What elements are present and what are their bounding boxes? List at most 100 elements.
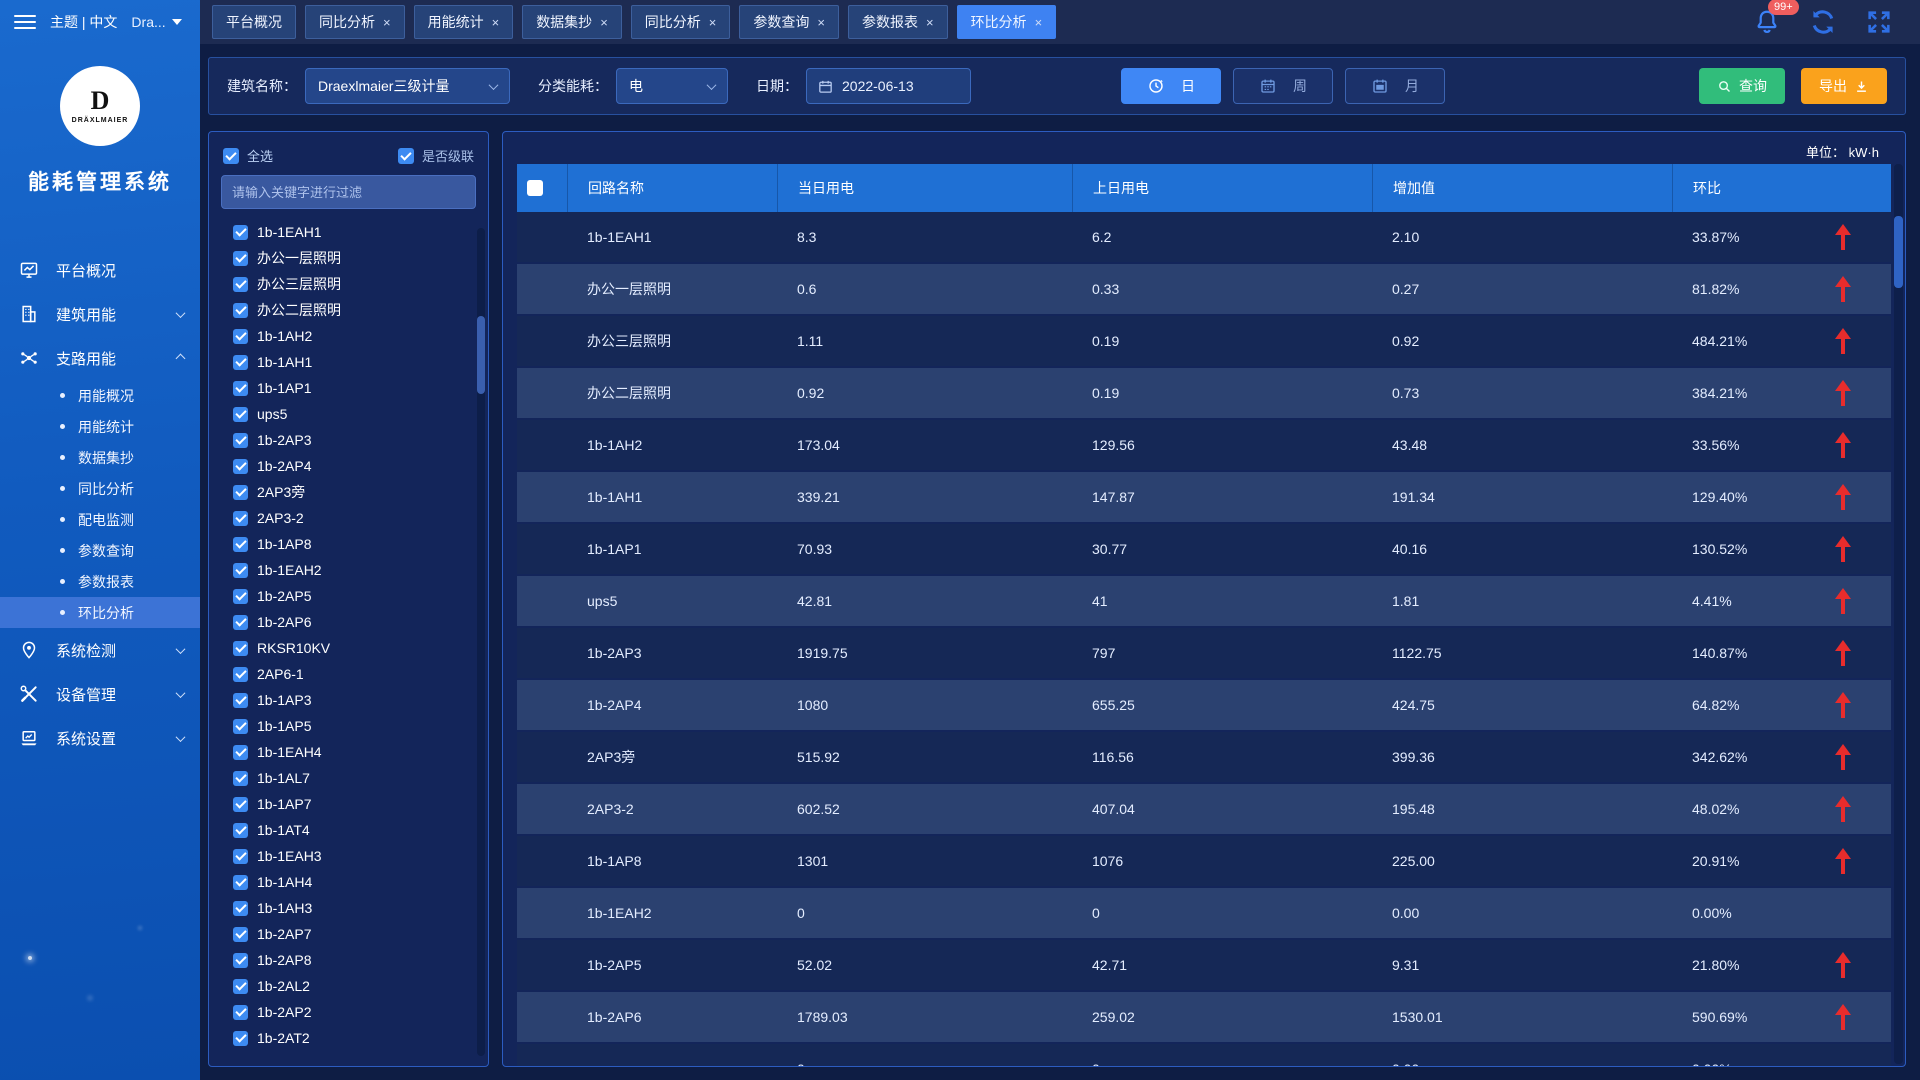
sidebar-subitem-data-collection[interactable]: 数据集抄 xyxy=(0,442,200,473)
notification-bell-icon[interactable]: 99+ xyxy=(1752,7,1782,37)
sidebar-subitem-yoy-analysis[interactable]: 同比分析 xyxy=(0,473,200,504)
tree-item[interactable]: 1b-1AP7 xyxy=(233,791,476,817)
building-select[interactable]: Draexlmaier三级计量 xyxy=(305,68,510,104)
tree-item[interactable]: 2AP3-2 xyxy=(233,505,476,531)
tree-scrollbar-thumb[interactable] xyxy=(477,316,485,394)
tree-item[interactable]: 1b-1AL7 xyxy=(233,765,476,791)
tree-item[interactable]: 1b-1AP1 xyxy=(233,375,476,401)
tree-item[interactable]: ups5 xyxy=(233,401,476,427)
cascade-checkbox[interactable]: 是否级联 xyxy=(398,146,474,165)
sidebar-subitem-energy-stats[interactable]: 用能统计 xyxy=(0,411,200,442)
checkbox-checked-icon[interactable] xyxy=(233,563,248,578)
export-button[interactable]: 导出 xyxy=(1801,68,1887,104)
tree-item[interactable]: 1b-1AP8 xyxy=(233,531,476,557)
tree-item[interactable]: 1b-2AP7 xyxy=(233,921,476,947)
close-tab-icon[interactable]: × xyxy=(383,16,391,29)
checkbox-checked-icon[interactable] xyxy=(233,355,248,370)
checkbox-checked-icon[interactable] xyxy=(233,537,248,552)
sidebar-item-system-settings[interactable]: 系统设置 xyxy=(0,716,200,760)
checkbox-checked-icon[interactable] xyxy=(233,797,248,812)
checkbox-checked-icon[interactable] xyxy=(233,381,248,396)
checkbox-checked-icon[interactable] xyxy=(233,251,248,266)
theme-language-label[interactable]: 主题 | 中文 xyxy=(50,12,117,32)
checkbox-checked-icon[interactable] xyxy=(233,303,248,318)
tree-item[interactable]: 2AP3旁 xyxy=(233,479,476,505)
tree-item[interactable]: 1b-2AP8 xyxy=(233,947,476,973)
checkbox-checked-icon[interactable] xyxy=(233,433,248,448)
tree-item[interactable]: 1b-1EAH1 xyxy=(233,219,476,245)
checkbox-checked-icon[interactable] xyxy=(233,277,248,292)
tree-item[interactable]: 1b-2AL2 xyxy=(233,973,476,999)
tree-item[interactable]: 1b-1AH1 xyxy=(233,349,476,375)
sidebar-item-system-monitor[interactable]: 系统检测 xyxy=(0,628,200,672)
query-button[interactable]: 查询 xyxy=(1699,68,1785,104)
checkbox-checked-icon[interactable] xyxy=(233,459,248,474)
tab-用能统计[interactable]: 用能统计× xyxy=(414,5,514,39)
tree-item[interactable]: 1b-1AT4 xyxy=(233,817,476,843)
tab-参数查询[interactable]: 参数查询× xyxy=(739,5,839,39)
tree-item[interactable]: 1b-2AP6 xyxy=(233,609,476,635)
date-picker[interactable]: 2022-06-13 xyxy=(806,68,971,104)
tree-item[interactable]: 1b-2AP5 xyxy=(233,583,476,609)
tree-item[interactable]: 1b-2AT2 xyxy=(233,1025,476,1051)
checkbox-checked-icon[interactable] xyxy=(233,979,248,994)
tree-item[interactable]: 1b-1EAH4 xyxy=(233,739,476,765)
checkbox-checked-icon[interactable] xyxy=(233,927,248,942)
checkbox-checked-icon[interactable] xyxy=(233,849,248,864)
tab-参数报表[interactable]: 参数报表× xyxy=(848,5,948,39)
granularity-button-月[interactable]: 月 xyxy=(1345,68,1445,104)
sidebar-subitem-mom-analysis[interactable]: 环比分析 xyxy=(0,597,200,628)
tree-item[interactable]: 1b-1AH4 xyxy=(233,869,476,895)
table-scrollbar-thumb[interactable] xyxy=(1894,216,1903,288)
tree-item[interactable]: 1b-1EAH3 xyxy=(233,843,476,869)
tree-item[interactable]: RKSR10KV xyxy=(233,635,476,661)
checkbox-checked-icon[interactable] xyxy=(233,771,248,786)
tree-item[interactable]: 办公三层照明 xyxy=(233,271,476,297)
sidebar-item-platform-overview[interactable]: 平台概况 xyxy=(0,248,200,292)
checkbox-checked-icon[interactable] xyxy=(233,329,248,344)
close-tab-icon[interactable]: × xyxy=(926,16,934,29)
checkbox-checked-icon[interactable] xyxy=(233,1005,248,1020)
checkbox-checked-icon[interactable] xyxy=(233,225,248,240)
checkbox-checked-icon[interactable] xyxy=(233,511,248,526)
fullscreen-icon[interactable] xyxy=(1864,7,1894,37)
tab-环比分析[interactable]: 环比分析× xyxy=(957,5,1057,39)
close-tab-icon[interactable]: × xyxy=(600,16,608,29)
sidebar-subitem-energy-overview[interactable]: 用能概况 xyxy=(0,380,200,411)
tree-item[interactable]: 1b-1AH2 xyxy=(233,323,476,349)
tree-item[interactable]: 2AP6-1 xyxy=(233,661,476,687)
checkbox-checked-icon[interactable] xyxy=(233,589,248,604)
checkbox-checked-icon[interactable] xyxy=(233,615,248,630)
tree-item[interactable]: 办公一层照明 xyxy=(233,245,476,271)
table-scrollbar[interactable] xyxy=(1894,164,1903,1064)
checkbox-checked-icon[interactable] xyxy=(233,745,248,760)
checkbox-checked-icon[interactable] xyxy=(233,1031,248,1046)
checkbox-checked-icon[interactable] xyxy=(233,407,248,422)
tab-同比分析[interactable]: 同比分析× xyxy=(631,5,731,39)
select-all-rows-checkbox[interactable] xyxy=(527,180,543,196)
close-tab-icon[interactable]: × xyxy=(709,16,717,29)
checkbox-checked-icon[interactable] xyxy=(233,823,248,838)
close-tab-icon[interactable]: × xyxy=(1035,16,1043,29)
tree-item[interactable]: 1b-1AP3 xyxy=(233,687,476,713)
tab-同比分析[interactable]: 同比分析× xyxy=(305,5,405,39)
sidebar-subitem-param-query[interactable]: 参数查询 xyxy=(0,535,200,566)
tab-数据集抄[interactable]: 数据集抄× xyxy=(522,5,622,39)
sidebar-item-branch-energy[interactable]: 支路用能 xyxy=(0,336,200,380)
checkbox-checked-icon[interactable] xyxy=(233,641,248,656)
checkbox-checked-icon[interactable] xyxy=(233,693,248,708)
checkbox-checked-icon[interactable] xyxy=(233,719,248,734)
tree-item[interactable]: 办公二层照明 xyxy=(233,297,476,323)
energy-type-select[interactable]: 电 xyxy=(616,68,728,104)
user-menu[interactable]: Dra... xyxy=(131,14,181,30)
tree-item[interactable]: 1b-2AP3 xyxy=(233,427,476,453)
hamburger-menu-icon[interactable] xyxy=(14,11,36,33)
checkbox-checked-icon[interactable] xyxy=(233,901,248,916)
tree-item[interactable]: 1b-2AP2 xyxy=(233,999,476,1025)
sidebar-item-building-energy[interactable]: 建筑用能 xyxy=(0,292,200,336)
checkbox-checked-icon[interactable] xyxy=(233,953,248,968)
close-tab-icon[interactable]: × xyxy=(817,16,825,29)
refresh-icon[interactable] xyxy=(1808,7,1838,37)
sidebar-item-device-management[interactable]: 设备管理 xyxy=(0,672,200,716)
tab-平台概况[interactable]: 平台概况 xyxy=(212,5,296,39)
